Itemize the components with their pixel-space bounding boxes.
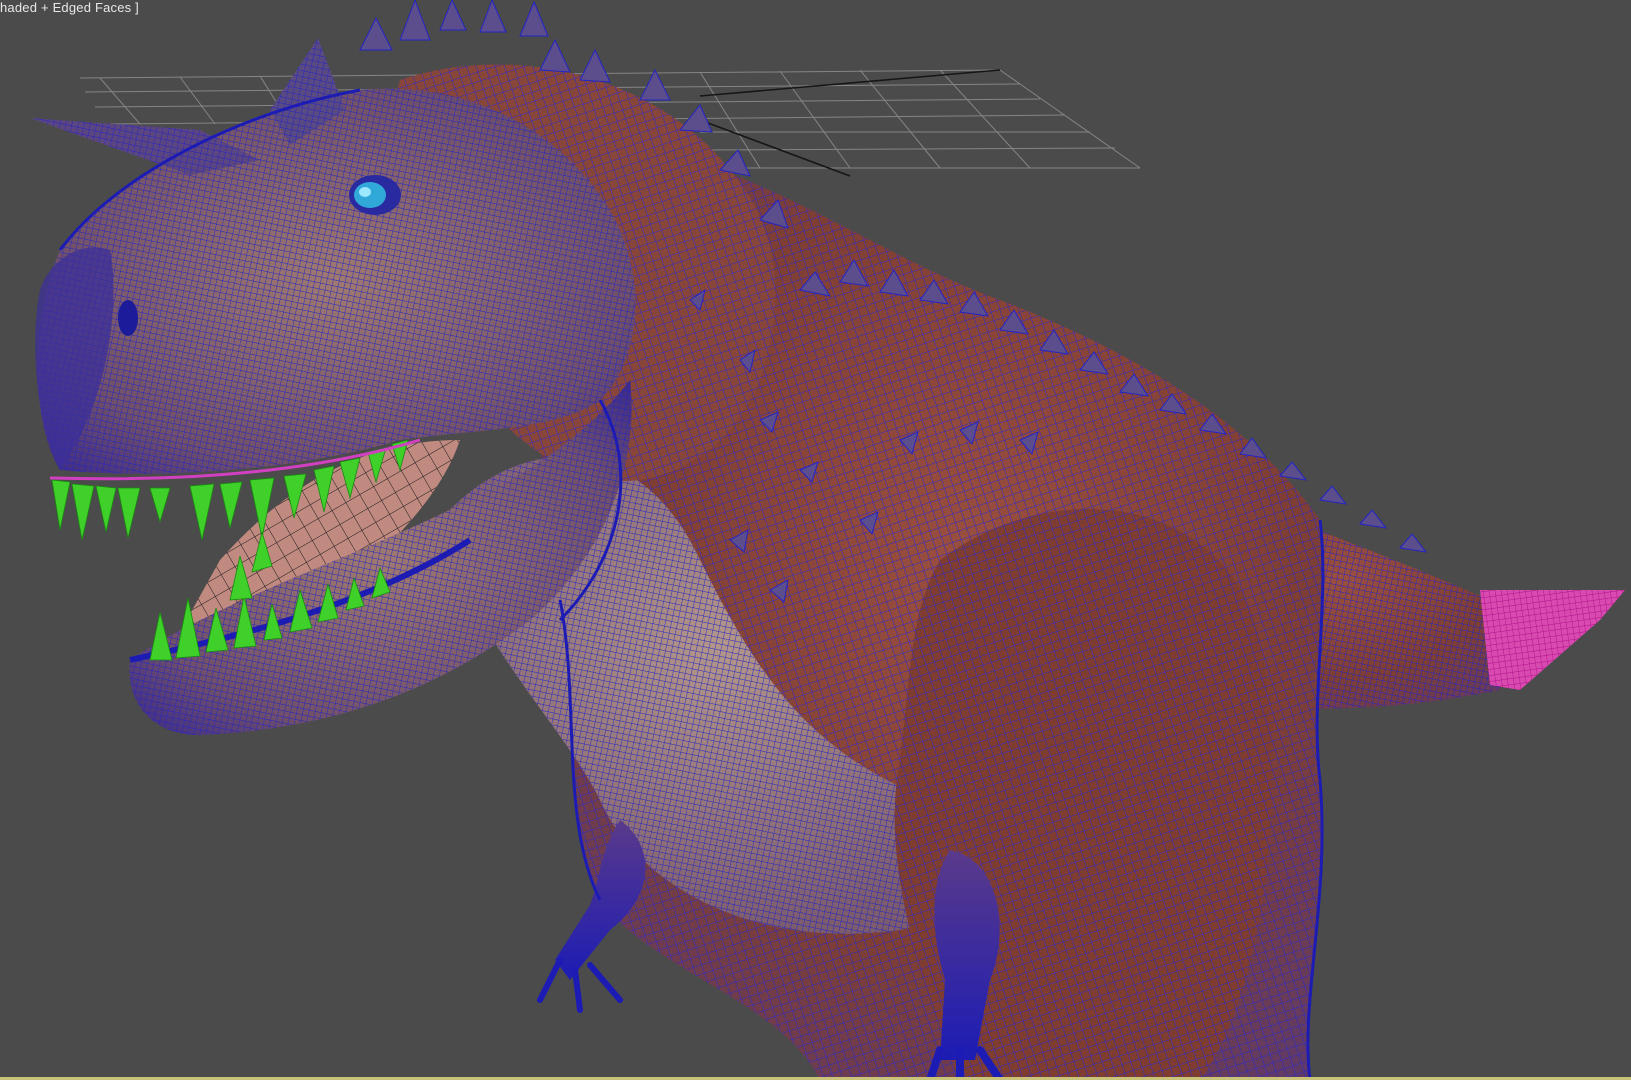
viewport-scene[interactable] bbox=[0, 0, 1631, 1080]
eye bbox=[354, 182, 386, 208]
3d-viewport[interactable]: haded + Edged Faces ] bbox=[0, 0, 1631, 1080]
viewport-render-mode-label[interactable]: haded + Edged Faces ] bbox=[0, 0, 139, 16]
